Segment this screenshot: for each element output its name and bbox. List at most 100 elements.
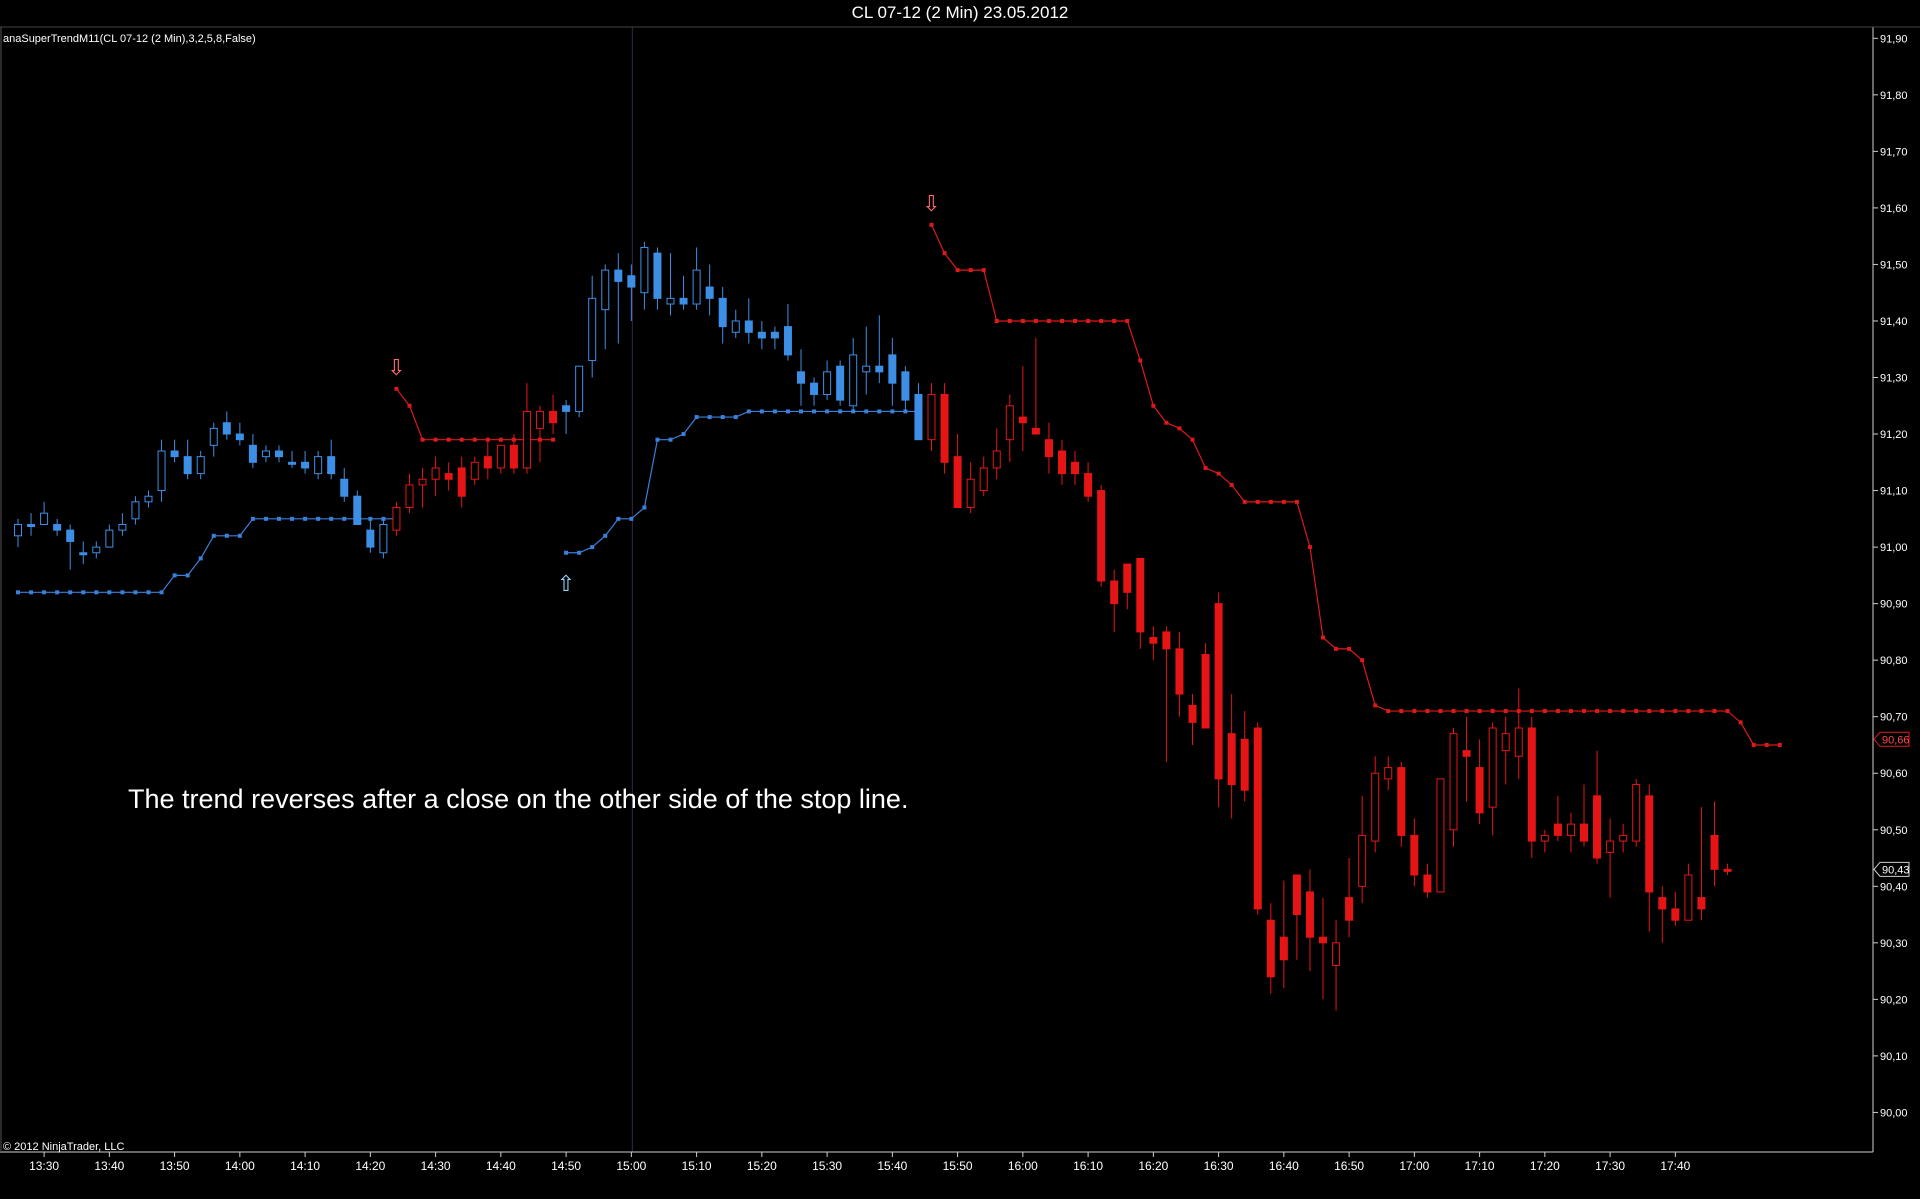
stop-point <box>303 516 308 521</box>
stop-point <box>407 403 412 408</box>
candle-body <box>1384 767 1393 780</box>
stop-point <box>459 437 464 442</box>
x-tick-label: 14:40 <box>486 1159 516 1173</box>
stop-point <box>1751 742 1756 747</box>
candle-body <box>783 326 792 356</box>
stop-point <box>237 533 242 538</box>
candle-body <box>105 529 114 548</box>
candle-body <box>1580 823 1588 842</box>
stop-line-down <box>930 224 1780 746</box>
stop-point <box>1268 499 1273 504</box>
candle-body <box>235 433 244 441</box>
candle-body <box>1540 834 1549 842</box>
candle-body <box>1645 795 1654 893</box>
x-tick-label: 16:40 <box>1269 1159 1299 1173</box>
candle-body <box>1566 823 1575 836</box>
x-tick-label: 15:40 <box>877 1159 907 1173</box>
stop-point <box>146 590 151 595</box>
stop-point <box>263 516 268 521</box>
x-tick-label: 14:10 <box>290 1159 320 1173</box>
stop-point <box>394 386 399 391</box>
y-tick-label: 90,60 <box>1880 768 1908 780</box>
candle-body <box>418 478 427 486</box>
candle-body <box>627 275 636 288</box>
candle-body <box>705 286 714 299</box>
stop-point <box>1216 471 1221 476</box>
candle-body <box>914 393 923 441</box>
candle-body <box>966 478 975 509</box>
stop-point <box>551 437 556 442</box>
stop-point <box>1568 709 1573 714</box>
candle-body <box>1658 897 1667 910</box>
x-tick-label: 15:30 <box>812 1159 842 1173</box>
candle-body <box>1632 784 1641 842</box>
x-tick-label: 15:00 <box>616 1159 646 1173</box>
candle-body <box>157 450 166 492</box>
candle-body <box>496 444 505 469</box>
y-tick-label: 91,90 <box>1880 33 1908 45</box>
stop-point <box>68 590 73 595</box>
candle-body <box>836 365 845 401</box>
stop-line-up <box>18 518 397 593</box>
indicator-label: anaSuperTrendM11(CL 07-12 (2 Min),3,2,5,… <box>3 33 256 45</box>
candle-body <box>1423 874 1432 893</box>
stop-point <box>968 268 973 273</box>
x-tick-label: 13:40 <box>94 1159 124 1173</box>
stop-point <box>1686 709 1691 714</box>
stop-point <box>603 533 608 538</box>
stop-point <box>1438 709 1443 714</box>
y-tick-label: 90,90 <box>1880 599 1908 611</box>
candle-body <box>1031 427 1040 435</box>
stop-point <box>329 516 334 521</box>
stop-point <box>616 516 621 521</box>
y-tick-label: 90,80 <box>1880 655 1908 667</box>
stop-point <box>1242 499 1247 504</box>
candle-body <box>288 461 297 465</box>
stop-point <box>733 415 738 420</box>
stop-point <box>1046 318 1051 323</box>
stop-point <box>1621 709 1626 714</box>
candle-body <box>992 450 1001 469</box>
stop-point <box>1099 318 1104 323</box>
candle-body <box>588 297 597 362</box>
candle-body <box>1071 461 1080 475</box>
x-tick-label: 17:00 <box>1399 1159 1429 1173</box>
stop-point <box>1477 709 1482 714</box>
candle-body <box>1410 834 1419 876</box>
stop-point <box>1020 318 1025 323</box>
candle-body <box>1240 738 1249 791</box>
candle-body <box>209 427 218 446</box>
y-tick-label: 90,40 <box>1880 881 1908 893</box>
stop-point <box>1503 709 1508 714</box>
price-chart[interactable]: ⇩ ⇧ ⇩ 91,90 91,80 91,70 91,60 91,50 91,40 91,30 9… <box>0 0 1920 1199</box>
stop-point <box>1164 420 1169 425</box>
stop-point <box>316 516 321 521</box>
stop-point <box>681 432 686 437</box>
candle-body <box>1436 778 1445 893</box>
candle-body <box>483 456 492 469</box>
price-marker-label: 90,43 <box>1882 864 1910 876</box>
candle-body <box>1697 897 1706 910</box>
x-tick-label: 17:40 <box>1660 1159 1690 1173</box>
stop-point <box>746 409 751 414</box>
stop-point <box>772 409 777 414</box>
x-tick-label: 16:50 <box>1334 1159 1364 1173</box>
stop-point <box>1334 646 1339 651</box>
candle-body <box>14 523 22 537</box>
candle-body <box>549 410 558 424</box>
stop-point <box>655 437 660 442</box>
stop-point <box>133 590 138 595</box>
candle-body <box>1671 908 1680 921</box>
stop-point <box>1608 709 1613 714</box>
stop-point <box>825 409 830 414</box>
stop-point <box>1138 358 1143 363</box>
candle-body <box>1188 704 1197 723</box>
copyright-label: © 2012 NinjaTrader, LLC <box>3 1141 124 1153</box>
stop-point <box>759 409 764 414</box>
stop-point <box>1595 709 1600 714</box>
candle-body <box>470 461 479 480</box>
candle-body <box>601 269 610 311</box>
y-tick-label: 91,50 <box>1880 259 1908 271</box>
x-tick-label: 15:10 <box>682 1159 712 1173</box>
stop-point <box>29 590 34 595</box>
